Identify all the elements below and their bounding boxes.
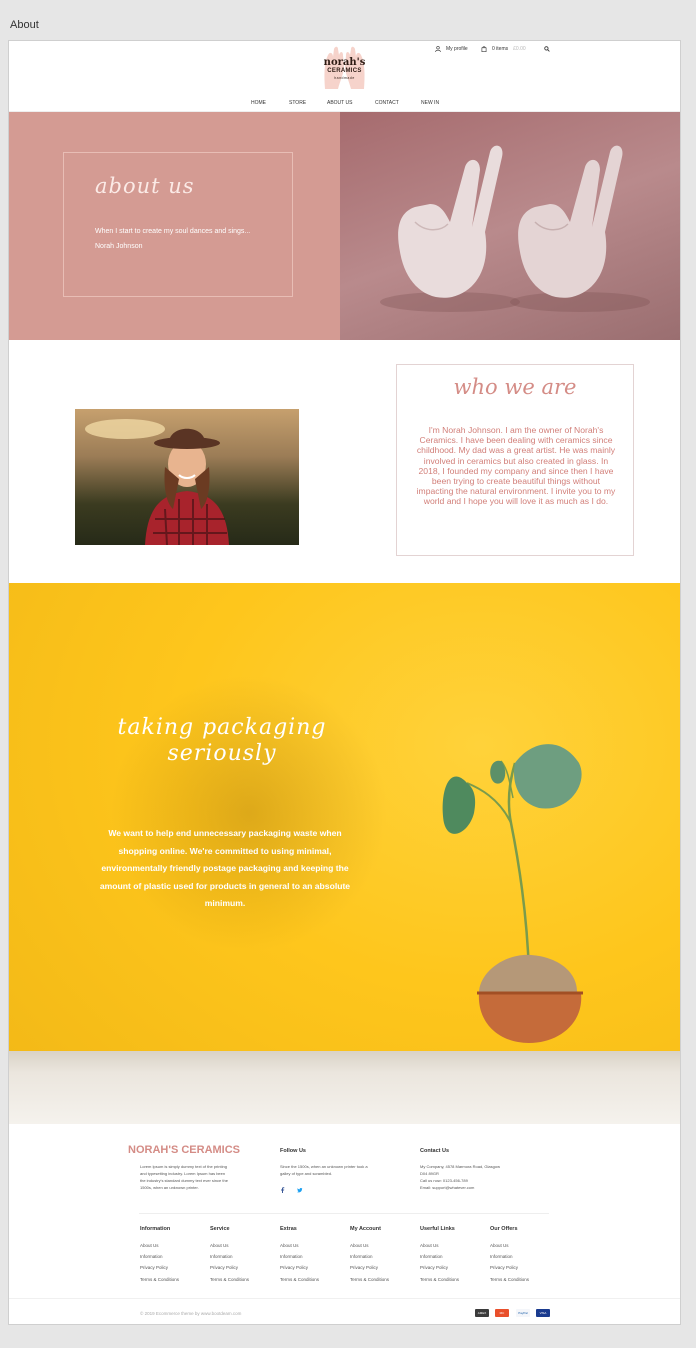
who-we-are-card: who we are I'm Norah Johnson. I am the o…: [396, 364, 634, 556]
footer-link[interactable]: About Us: [280, 1243, 299, 1248]
footer-col-our-offers-title: Our Offers: [490, 1226, 518, 1232]
ceramic-hands-image: [380, 145, 650, 312]
footer-col-extras-title: Extras: [280, 1226, 297, 1232]
potted-plant-image: [442, 744, 583, 1043]
footer-link[interactable]: Privacy Policy: [350, 1265, 378, 1270]
footer-link[interactable]: Information: [350, 1254, 373, 1259]
footer-link[interactable]: Privacy Policy: [420, 1265, 448, 1270]
who-we-are-text: I'm Norah Johnson. I am the owner of Nor…: [416, 425, 616, 507]
contact-email[interactable]: Email: support@whatever.com: [420, 1184, 500, 1191]
footer-col-my-account-title: My Account: [350, 1226, 381, 1232]
footer-link[interactable]: Information: [280, 1254, 303, 1259]
packaging-title: taking packaging seriously: [89, 715, 355, 767]
nav-home[interactable]: HOME: [251, 100, 266, 106]
footer-col-information-title: Information: [140, 1226, 171, 1232]
footer-link[interactable]: Privacy Policy: [140, 1265, 168, 1270]
logo-text-main: norah's: [323, 57, 366, 68]
copyright: © 2019 Ecommerce theme by www.bootdeam.c…: [140, 1311, 242, 1316]
woman-in-hat-image: [85, 419, 229, 545]
footer-link[interactable]: About Us: [140, 1243, 159, 1248]
who-we-are-title: who we are: [453, 375, 577, 399]
footer-link[interactable]: Privacy Policy: [490, 1265, 518, 1270]
footer-col-useful-links-title: Userful Links: [420, 1226, 455, 1232]
window-title: About: [10, 19, 39, 31]
footer-link[interactable]: Information: [210, 1254, 233, 1259]
contact-address: My Company, 4578 Marmora Road, Glasgow: [420, 1164, 500, 1169]
follow-us-text-line: Since the 1500s, when an unknown printer…: [280, 1164, 368, 1169]
footer-link[interactable]: Terms & Conditions: [350, 1277, 389, 1282]
hero-quote: When I start to create my soul dances an…: [95, 228, 251, 235]
nav-about-us[interactable]: ABOUT US: [327, 100, 352, 106]
my-profile-label: My profile: [446, 46, 468, 52]
follow-us-text: Since the 1500s, when an unknown printer…: [280, 1163, 368, 1177]
footer-link[interactable]: Information: [490, 1254, 513, 1259]
leaf-shadow: [99, 663, 399, 963]
portrait-photo: [75, 409, 299, 545]
follow-us-text-line: galley of type and scrambled.: [280, 1171, 333, 1176]
user-icon: [435, 46, 441, 52]
cart-icon: [481, 46, 487, 52]
twitter-icon[interactable]: [297, 1187, 303, 1193]
page: norah's CERAMICS handmade My profile 0 i…: [8, 40, 681, 1325]
mastercard-icon: MC: [495, 1309, 509, 1317]
footer-link[interactable]: Terms & Conditions: [140, 1277, 179, 1282]
contact-us-details: My Company, 4578 Marmora Road, Glasgow D…: [420, 1163, 500, 1191]
footer-brand-text-line: and typesetting industry. Lorem Ipsum ha…: [140, 1171, 226, 1176]
packaging-title-line1: taking packaging: [117, 715, 327, 740]
footer-brand: NORAH'S CERAMICS: [128, 1144, 241, 1156]
footer-link[interactable]: Terms & Conditions: [420, 1277, 459, 1282]
footer-link[interactable]: About Us: [490, 1243, 509, 1248]
footer-link[interactable]: About Us: [210, 1243, 229, 1248]
nav-store[interactable]: STORE: [289, 100, 306, 106]
facebook-icon[interactable]: [280, 1187, 285, 1193]
hero-title: about us: [95, 174, 195, 198]
footer-link[interactable]: Terms & Conditions: [280, 1277, 319, 1282]
footer-brand-text-line: the industry's standard dummy text ever …: [140, 1178, 228, 1183]
logo-text-sub: CERAMICS: [327, 68, 362, 74]
footer-link[interactable]: About Us: [350, 1243, 369, 1248]
site-header: norah's CERAMICS handmade My profile 0 i…: [9, 41, 680, 112]
my-profile-link[interactable]: My profile: [435, 46, 468, 52]
footer-link[interactable]: Information: [140, 1254, 163, 1259]
footer-bottom-divider: [9, 1298, 680, 1299]
logo-text-tagline: handmade: [334, 76, 355, 80]
footer-brand-text-line: 1500s, when an unknown printer.: [140, 1185, 199, 1190]
footer-brand-text-line: Lorem Ipsum is simply dummy text of the …: [140, 1164, 227, 1169]
nav-contact[interactable]: CONTACT: [375, 100, 399, 106]
nav-new-in[interactable]: NEW IN: [421, 100, 439, 106]
cart-total: £0.00: [513, 46, 526, 52]
contact-postcode: D04 89GR: [420, 1171, 439, 1176]
footer-col-service-title: Service: [210, 1226, 230, 1232]
footer-link[interactable]: Privacy Policy: [210, 1265, 238, 1270]
paypal-icon: PayPal: [516, 1309, 530, 1317]
contact-phone: Call us now: 0123-456-789: [420, 1178, 468, 1183]
logo[interactable]: norah's CERAMICS handmade: [322, 45, 367, 90]
cart-link[interactable]: 0 items £0.00: [481, 46, 526, 52]
amex-icon: AMEX: [475, 1309, 489, 1317]
hero-left-panel: about us When I start to create my soul …: [9, 112, 340, 340]
visa-icon: VISA: [536, 1309, 550, 1317]
packaging-section: taking packaging seriously We want to he…: [9, 583, 680, 1124]
search-icon: [544, 46, 550, 52]
packaging-text: We want to help end unnecessary packagin…: [99, 828, 351, 908]
footer-link[interactable]: Information: [420, 1254, 443, 1259]
footer-brand-text: Lorem Ipsum is simply dummy text of the …: [140, 1163, 228, 1191]
hero-author: Norah Johnson: [95, 243, 143, 250]
hero-image-hands: [340, 112, 680, 340]
packaging-title-line2: seriously: [167, 741, 277, 766]
footer-link[interactable]: Privacy Policy: [280, 1265, 308, 1270]
footer-link[interactable]: Terms & Conditions: [210, 1277, 249, 1282]
follow-us-title: Follow Us: [280, 1148, 306, 1154]
cart-count: 0 items: [492, 46, 509, 52]
search-button[interactable]: [544, 46, 550, 52]
contact-us-title: Contact Us: [420, 1148, 450, 1154]
footer-link[interactable]: About Us: [420, 1243, 439, 1248]
footer-divider: [139, 1213, 549, 1214]
footer-link[interactable]: Terms & Conditions: [490, 1277, 529, 1282]
